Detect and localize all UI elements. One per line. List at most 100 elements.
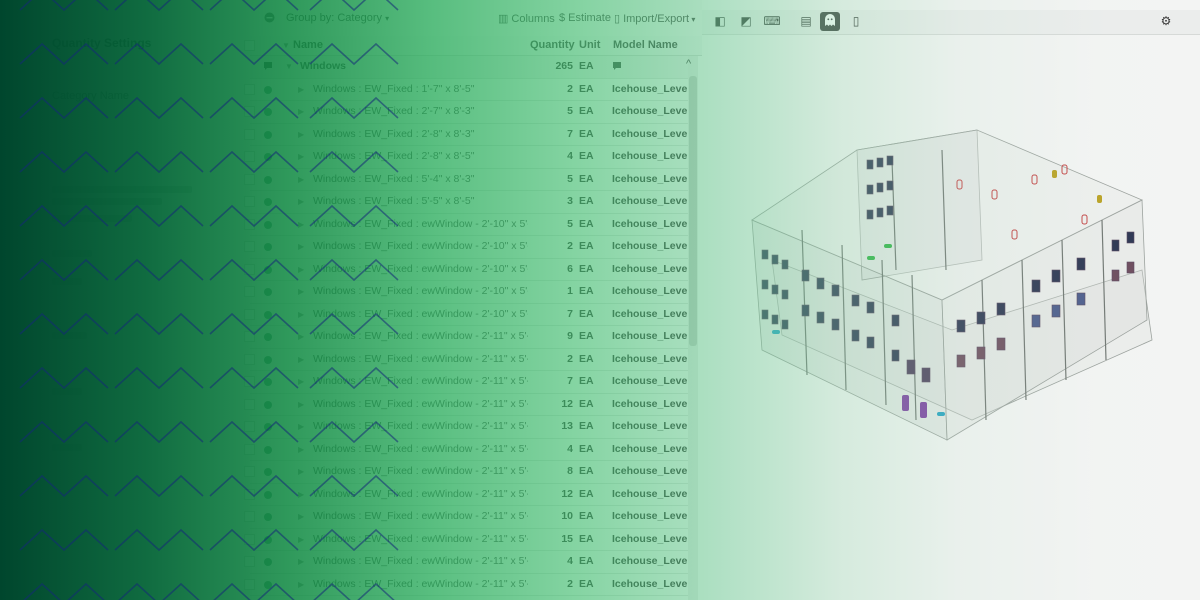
expand-row-icon[interactable]: ▶ <box>298 175 304 184</box>
row-checkbox[interactable] <box>244 331 255 342</box>
table-row[interactable]: ▶ Windows : EW_Fixed : ewWindow - 2'-11" … <box>244 484 688 506</box>
row-checkbox[interactable] <box>244 151 255 162</box>
table-row[interactable]: ▶ Windows : EW_Fixed : 2'-8" x 8'-5" 4 EA Ic… <box>244 146 688 169</box>
comment-icon[interactable] <box>612 61 622 74</box>
expand-row-icon[interactable]: ▶ <box>298 287 304 296</box>
expand-row-icon[interactable]: ▶ <box>298 580 304 589</box>
row-checkbox[interactable] <box>244 173 255 185</box>
table-row[interactable]: ▶ Windows : EW_Fixed : 2'-8" x 8'-3" 7 EA Ic… <box>244 124 688 146</box>
row-checkbox[interactable] <box>244 421 255 432</box>
table-row[interactable]: ▶ Windows : EW_Fixed : ewWindow - 2'-11" … <box>244 439 688 461</box>
row-checkbox[interactable] <box>244 556 255 567</box>
table-row[interactable]: ▶ Windows : EW_Fixed : ewWindow - 2'-11" … <box>244 394 688 416</box>
layers-icon[interactable]: ▤ <box>796 12 816 31</box>
row-model-name: Icehouse_Level <box>612 510 688 522</box>
group-row-windows[interactable]: ▼ Windows 265 EA <box>250 56 688 79</box>
row-checkbox[interactable] <box>244 196 255 207</box>
expand-row-icon[interactable]: ▶ <box>298 242 304 251</box>
table-row[interactable]: ▶Windows : EW_Fixed : ewWindow - 2'-8" x… <box>250 596 688 600</box>
row-quantity: 9 <box>567 330 573 342</box>
table-row[interactable]: ▶ Windows : EW_Fixed : ewWindow - 2'-11" … <box>244 326 688 349</box>
row-checkbox[interactable] <box>244 578 255 590</box>
import-export-label: Import/Export <box>623 13 690 25</box>
expand-row-icon[interactable]: ▶ <box>298 355 304 364</box>
expand-row-icon[interactable]: ▶ <box>298 310 304 319</box>
table-row[interactable]: ▶ Windows : EW_Fixed : 2'-7" x 8'-3" 5 EA Ic… <box>244 101 688 124</box>
table-row[interactable]: ▶ Windows : EW_Fixed : ewWindow - 2'-10" … <box>244 259 688 281</box>
row-checkbox[interactable] <box>244 533 255 545</box>
columns-button[interactable]: ▥ Columns <box>498 12 555 25</box>
table-row[interactable]: ▶ Windows : EW_Fixed : ewWindow - 2'-11" … <box>244 416 688 439</box>
expand-row-icon[interactable]: ▶ <box>298 130 304 139</box>
expand-row-icon[interactable]: ▶ <box>298 377 304 386</box>
table-row[interactable]: ▶ Windows : EW_Fixed : ewWindow - 2'-10" … <box>244 281 688 304</box>
row-checkbox[interactable] <box>244 376 255 387</box>
cube-view-icon[interactable]: ◩ <box>736 12 756 31</box>
ghost-icon[interactable] <box>820 12 840 31</box>
keyboard-icon[interactable]: ⌨ <box>762 12 782 31</box>
row-checkbox[interactable] <box>244 241 255 252</box>
table-row[interactable]: ▶ Windows : EW_Fixed : ewWindow - 2'-11" … <box>244 371 688 394</box>
scroll-up-icon[interactable]: ^ <box>686 58 691 70</box>
expand-row-icon[interactable]: ▶ <box>298 490 304 499</box>
group-by-dropdown[interactable]: Group by: Category ▾ <box>286 12 389 24</box>
expand-row-icon[interactable]: ▶ <box>298 107 304 116</box>
split-view-icon[interactable]: ◧ <box>710 12 730 31</box>
row-unit: EA <box>579 465 594 477</box>
row-checkbox[interactable] <box>244 218 255 230</box>
expand-row-icon[interactable]: ▶ <box>298 535 304 544</box>
row-checkbox[interactable] <box>244 128 255 140</box>
table-row[interactable]: ▶ Windows : EW_Fixed : 5'-4" x 8'-3" 5 EA Ic… <box>244 169 688 191</box>
table-row[interactable]: ▶ Windows : EW_Fixed : ewWindow - 2'-10" … <box>244 304 688 326</box>
table-row[interactable]: ▶ Windows : EW_Fixed : ewWindow - 2'-11" … <box>244 461 688 484</box>
row-checkbox[interactable] <box>244 511 255 522</box>
expand-row-icon[interactable]: ▶ <box>298 445 304 454</box>
expand-row-icon[interactable]: ▶ <box>298 400 304 409</box>
table-row[interactable]: ▶ Windows : EW_Fixed : ewWindow - 2'-11" … <box>244 529 688 551</box>
table-row[interactable]: ▶ Windows : EW_Fixed : ewWindow - 2'-11" … <box>244 574 688 596</box>
table-scrollbar[interactable]: ^ <box>686 56 698 600</box>
table-row[interactable]: ▶ Windows : EW_Fixed : ewWindow - 2'-11" … <box>244 349 688 371</box>
row-checkbox[interactable] <box>244 308 255 320</box>
row-checkbox[interactable] <box>244 353 255 365</box>
expand-row-icon[interactable]: ▶ <box>298 557 304 566</box>
expand-row-icon[interactable]: ▶ <box>298 197 304 206</box>
column-header-model[interactable]: Model Name <box>613 39 678 51</box>
table-row[interactable]: ▶ Windows : EW_Fixed : 5'-5" x 8'-5" 3 EA Ic… <box>244 191 688 214</box>
row-checkbox[interactable] <box>244 466 255 477</box>
comment-icon[interactable] <box>263 61 273 74</box>
row-checkbox[interactable] <box>244 263 255 275</box>
sheet-icon[interactable]: ▯ <box>846 12 866 31</box>
table-row[interactable]: ▶ Windows : EW_Fixed : ewWindow - 2'-11" … <box>244 506 688 529</box>
table-row[interactable]: ▶ Windows : EW_Fixed : ewWindow - 2'-11" … <box>244 551 688 574</box>
collapse-all-button[interactable] <box>264 12 275 25</box>
row-checkbox[interactable] <box>244 286 255 297</box>
expand-row-icon[interactable]: ▶ <box>298 152 304 161</box>
table-row[interactable]: ▶ Windows : EW_Fixed : ewWindow - 2'-10" … <box>244 214 688 236</box>
expand-row-icon[interactable]: ▶ <box>298 422 304 431</box>
expand-row-icon[interactable]: ▶ <box>298 332 304 341</box>
expand-row-icon[interactable]: ▶ <box>298 85 304 94</box>
row-checkbox[interactable] <box>244 106 255 117</box>
expand-row-icon[interactable]: ▶ <box>298 467 304 476</box>
row-checkbox[interactable] <box>244 488 255 500</box>
column-header-name[interactable]: Name <box>293 39 323 51</box>
estimate-button[interactable]: $ Estimate <box>559 12 611 24</box>
row-checkbox[interactable] <box>244 443 255 455</box>
expand-row-icon[interactable]: ▶ <box>298 220 304 229</box>
collapse-group-icon[interactable]: ▼ <box>285 62 293 71</box>
row-checkbox[interactable] <box>244 398 255 410</box>
table-row[interactable]: ▶ Windows : EW_Fixed : ewWindow - 2'-10" … <box>244 236 688 259</box>
expand-row-icon[interactable]: ▶ <box>298 265 304 274</box>
gear-icon[interactable]: ⚙ <box>1156 12 1176 31</box>
expand-row-icon[interactable]: ▶ <box>298 512 304 521</box>
table-row[interactable]: ▶ Windows : EW_Fixed : 1'-7" x 8'-5" 2 EA Ic… <box>244 79 688 101</box>
row-checkbox[interactable] <box>244 83 255 95</box>
building-model-3d[interactable] <box>742 120 1162 480</box>
import-export-button[interactable]: ▯ Import/Export ▾ <box>614 12 695 25</box>
column-header-unit[interactable]: Unit <box>579 39 600 51</box>
scroll-thumb[interactable] <box>689 76 697 346</box>
select-all-checkbox[interactable] <box>244 40 255 51</box>
expand-all-icon[interactable]: ▼ <box>282 41 290 50</box>
column-header-quantity[interactable]: Quantity <box>530 39 575 51</box>
